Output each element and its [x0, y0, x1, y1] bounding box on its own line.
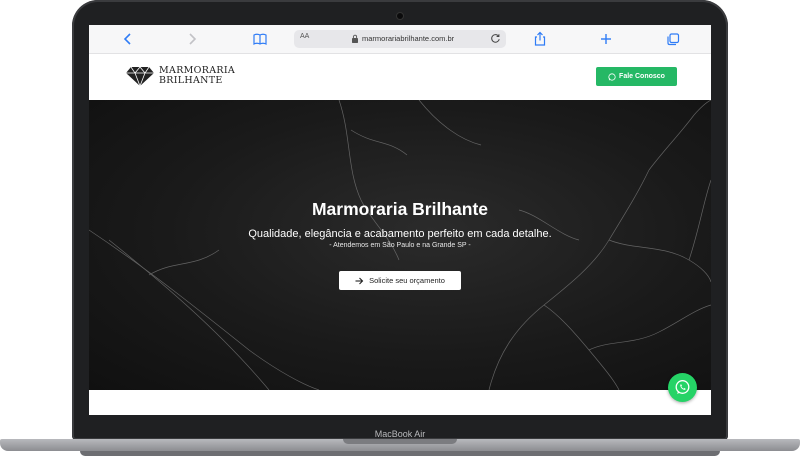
whatsapp-icon: [608, 72, 616, 81]
whatsapp-floating-button[interactable]: [668, 373, 697, 402]
arrow-right-icon: [355, 277, 364, 284]
diamond-logo-icon[interactable]: [125, 65, 155, 87]
base-notch: [343, 439, 457, 444]
hero-title: Marmoraria Brilhante: [311, 199, 489, 219]
new-tab-icon[interactable]: [597, 30, 615, 48]
hero-service-area: - Atendemos em São Paulo e na Grande SP …: [329, 242, 471, 249]
forward-icon[interactable]: [183, 30, 201, 48]
logo-text[interactable]: MARMORARIA BRILHANTE: [159, 66, 235, 86]
browser-toolbar: AA marmorariabrilhante.com.br: [89, 25, 711, 54]
address-bar[interactable]: AA marmorariabrilhante.com.br: [294, 30, 506, 48]
tabs-icon[interactable]: [664, 30, 682, 48]
text-size-button[interactable]: AA: [300, 33, 309, 40]
camera-dot: [397, 13, 403, 19]
site-header: MARMORARIA BRILHANTE Fale Conosco: [89, 54, 711, 99]
device-label: MacBook Air: [374, 429, 426, 439]
whatsapp-icon: [675, 380, 690, 394]
logo-line-2: BRILHANTE: [159, 75, 223, 86]
screen: AA marmorariabrilhante.com.br MARMORARIA…: [89, 25, 711, 415]
lock-icon: [352, 34, 358, 43]
contact-button-label: Fale Conosco: [619, 73, 665, 80]
request-quote-button[interactable]: Solicite seu orçamento: [339, 271, 461, 290]
back-icon[interactable]: [119, 30, 137, 48]
laptop-base-lip: [80, 451, 720, 456]
reload-icon[interactable]: [490, 33, 501, 44]
hero-subtitle: Qualidade, elegância e acabamento perfei…: [248, 228, 552, 240]
hero-section: Marmoraria Brilhante Qualidade, elegânci…: [89, 100, 711, 390]
url-text: marmorariabrilhante.com.br: [362, 34, 455, 43]
next-section: [89, 390, 711, 415]
bookmarks-icon[interactable]: [251, 30, 269, 48]
contact-button[interactable]: Fale Conosco: [596, 67, 677, 86]
share-icon[interactable]: [531, 30, 549, 48]
request-quote-label: Solicite seu orçamento: [369, 276, 445, 285]
